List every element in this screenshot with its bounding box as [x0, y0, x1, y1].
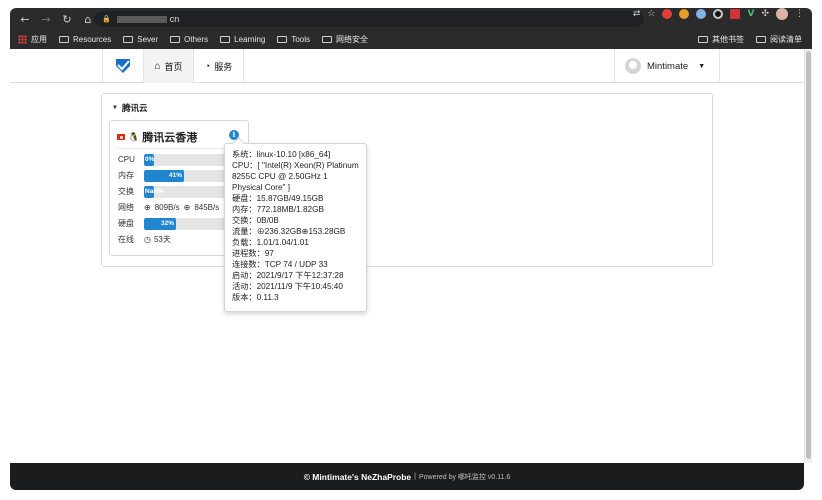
tooltip-active: 活动：2021/11/9 下午10:45:40 [232, 282, 343, 291]
memory-row: 内存 41% [118, 169, 232, 182]
bookmark-tools[interactable]: Tools [277, 35, 310, 44]
bookmark-apps[interactable]: 应用 [18, 34, 47, 45]
cpu-progress: 0% [144, 153, 232, 166]
cpu-fill: 0% [144, 153, 154, 166]
folder-icon [123, 36, 134, 43]
memory-progress: 41% [144, 169, 232, 182]
tooltip-connections: 连接数：TCP 74 / UDP 33 [232, 260, 328, 269]
tooltip-load: 负载：1.01/1.04/1.01 [232, 238, 309, 247]
reading-list[interactable]: 阅读清单 [756, 34, 802, 45]
disk-fill: 32% [144, 217, 176, 230]
avatar [625, 58, 641, 74]
top-navigation: ⌂ 首页 ◔ 服务 Mintimate ▼ [10, 49, 804, 83]
apps-grid-icon [18, 35, 27, 44]
menu-dots-icon[interactable]: ⋮ [795, 9, 804, 19]
bookmark-resources[interactable]: Resources [59, 35, 111, 44]
footer-separator: | [414, 473, 416, 480]
caret-down-icon: ▼ [112, 105, 118, 111]
vue-icon[interactable]: V [747, 9, 754, 19]
other-bookmarks[interactable]: 其他书签 [698, 34, 744, 45]
nav-services[interactable]: ◔ 服务 [194, 49, 244, 83]
site-logo[interactable] [102, 49, 144, 83]
puzzle-icon[interactable]: ✣ [761, 9, 769, 19]
tooltip-traffic: 流量：⊕236.32GB⊕153.28GB [232, 227, 346, 236]
url-text: cn [169, 14, 180, 24]
swap-fill: NaN% [144, 185, 164, 198]
scrollbar[interactable] [804, 49, 812, 463]
bookmarks-bar: 应用 Resources Sever Others Learning Tools… [10, 30, 812, 49]
memory-fill: 41% [144, 169, 184, 182]
caret-down-icon: ▼ [698, 62, 706, 70]
disk-row: 硬盘 32% [118, 217, 232, 230]
folder-icon [170, 36, 181, 43]
circle-extension-icon[interactable] [713, 9, 724, 19]
tooltip-processes: 进程数：97 [232, 249, 274, 258]
tooltip-cpu: CPU：[ "Intel(R) Xeon(R) Platinum 8255C C… [232, 161, 359, 192]
logo-icon [116, 59, 130, 73]
swap-progress: NaN% [144, 185, 232, 198]
tooltip-system: 系统：linux-10.10 [x86_64] [232, 150, 331, 159]
download-icon: ⊕ [144, 203, 151, 212]
bookmark-others[interactable]: Others [170, 35, 208, 44]
uptime-row: 在线 ◷ 53天 [118, 235, 171, 244]
rss-icon: ◔ [204, 61, 211, 71]
folder-icon [322, 36, 332, 43]
tooltip-version: 版本：0.11.3 [232, 293, 279, 302]
cloud-icon[interactable] [696, 9, 707, 19]
reload-icon[interactable]: ↻ [58, 10, 76, 28]
lock-icon: 🔒 [102, 16, 111, 23]
network-row: 网络 ⊕ 809B/s ⊕ 845B/s [118, 203, 220, 212]
scrollbar-thumb[interactable] [806, 51, 811, 459]
adblock-icon[interactable] [662, 9, 673, 19]
star-icon[interactable]: ☆ [647, 9, 655, 19]
server-group-panel: ▼ 腾讯云 🐧 腾讯云香港 i CPU 0% 内存 41% 交换 NaN% 网络… [101, 93, 713, 267]
nav-home[interactable]: ⌂ 首页 [144, 49, 194, 83]
page-content: ⌂ 首页 ◔ 服务 Mintimate ▼ ▼ 腾讯云 🐧 腾讯云香港 i CP… [10, 49, 804, 463]
folder-icon [220, 36, 231, 43]
folder-icon [698, 36, 708, 43]
translate-icon[interactable]: ⇄ [633, 9, 641, 19]
footer-copyright: © Mintimate's NeZhaProbe [303, 471, 412, 482]
redacted-url [116, 15, 167, 23]
tooltip-memory: 内存：772.18MB/1.82GB [232, 205, 324, 214]
folder-icon [277, 36, 288, 43]
red-extension-icon[interactable] [730, 9, 741, 19]
bookmark-learning[interactable]: Learning [220, 35, 265, 44]
address-bar[interactable]: 🔒 cn [94, 11, 644, 27]
folder-icon [59, 36, 69, 43]
tooltip-boot: 启动：2021/9/17 下午12:37:28 [232, 271, 344, 280]
server-title: 🐧 腾讯云香港 [117, 129, 197, 145]
footer: © Mintimate's NeZhaProbe | Powered by 哪吒… [10, 463, 804, 490]
group-header[interactable]: ▼ 腾讯云 [112, 102, 147, 114]
footer-powered-by[interactable]: Powered by 哪吒监控 v0.11.6 [419, 472, 510, 482]
back-icon[interactable]: ← [16, 10, 34, 28]
home-icon: ⌂ [154, 60, 161, 72]
profile-icon[interactable] [776, 8, 788, 20]
disk-progress: 32% [144, 217, 232, 230]
cookie-icon[interactable] [679, 9, 690, 19]
browser-chrome: ← → ↻ ⌂ 🔒 cn ⇄ ☆ V ✣ ⋮ 应用 Resources Seve… [10, 8, 812, 49]
user-menu[interactable]: Mintimate ▼ [614, 49, 720, 83]
bookmark-security[interactable]: 网络安全 [322, 34, 368, 45]
browser-toolbar: ← → ↻ ⌂ 🔒 cn ⇄ ☆ V ✣ ⋮ [10, 8, 812, 30]
swap-row: 交换 NaN% [118, 185, 232, 198]
bookmark-sever[interactable]: Sever [123, 35, 158, 44]
server-detail-tooltip: 系统：linux-10.10 [x86_64] CPU：[ "Intel(R) … [224, 143, 367, 312]
tooltip-swap: 交换：0B/0B [232, 216, 279, 225]
tooltip-disk: 硬盘：15.87GB/49.15GB [232, 194, 324, 203]
cpu-row: CPU 0% [118, 153, 232, 166]
linux-penguin-icon: 🐧 [128, 131, 140, 142]
hk-flag-icon [117, 134, 125, 140]
forward-icon[interactable]: → [37, 10, 55, 28]
clock-icon: ◷ [144, 235, 151, 244]
upload-icon: ⊕ [183, 203, 191, 212]
extension-area: ⇄ ☆ V ✣ ⋮ [633, 8, 804, 20]
reading-list-icon [756, 36, 766, 43]
